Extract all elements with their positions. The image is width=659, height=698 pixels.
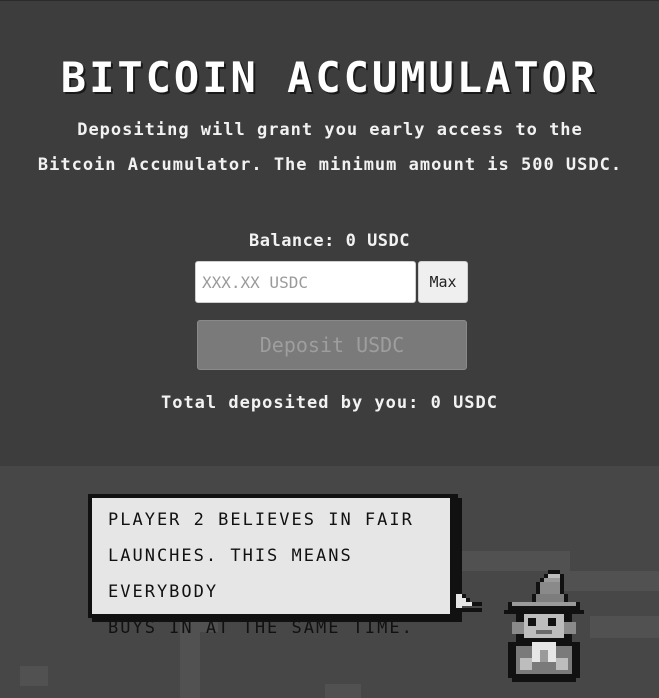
description: Depositing will grant you early access t… xyxy=(30,113,630,183)
speech-bubble: PLAYER 2 BELIEVES IN FAIR LAUNCHES. THIS… xyxy=(88,494,458,638)
speech-bubble-tail xyxy=(456,594,482,612)
description-line-1: Depositing will grant you early access t… xyxy=(77,120,583,140)
amount-input[interactable] xyxy=(195,261,416,303)
speech-line-2: LAUNCHES. THIS MEANS EVERYBODY xyxy=(108,546,353,602)
page-title: BITCOIN ACCUMULATOR xyxy=(60,53,599,102)
deposit-panel: BITCOIN ACCUMULATOR Depositing will gran… xyxy=(0,0,659,466)
speech-line-3: BUYS IN AT THE SAME TIME. xyxy=(108,618,414,638)
max-button[interactable]: Max xyxy=(418,261,468,303)
description-line-2: Bitcoin Accumulator. The minimum amount … xyxy=(37,155,623,175)
balance-label: Balance: 0 USDC xyxy=(248,231,411,251)
total-deposited-label: Total deposited by you: 0 USDC xyxy=(160,393,499,413)
deposit-button[interactable]: Deposit USDC xyxy=(197,320,467,370)
wizard-icon xyxy=(504,570,584,682)
speech-line-1: PLAYER 2 BELIEVES IN FAIR xyxy=(108,510,414,530)
